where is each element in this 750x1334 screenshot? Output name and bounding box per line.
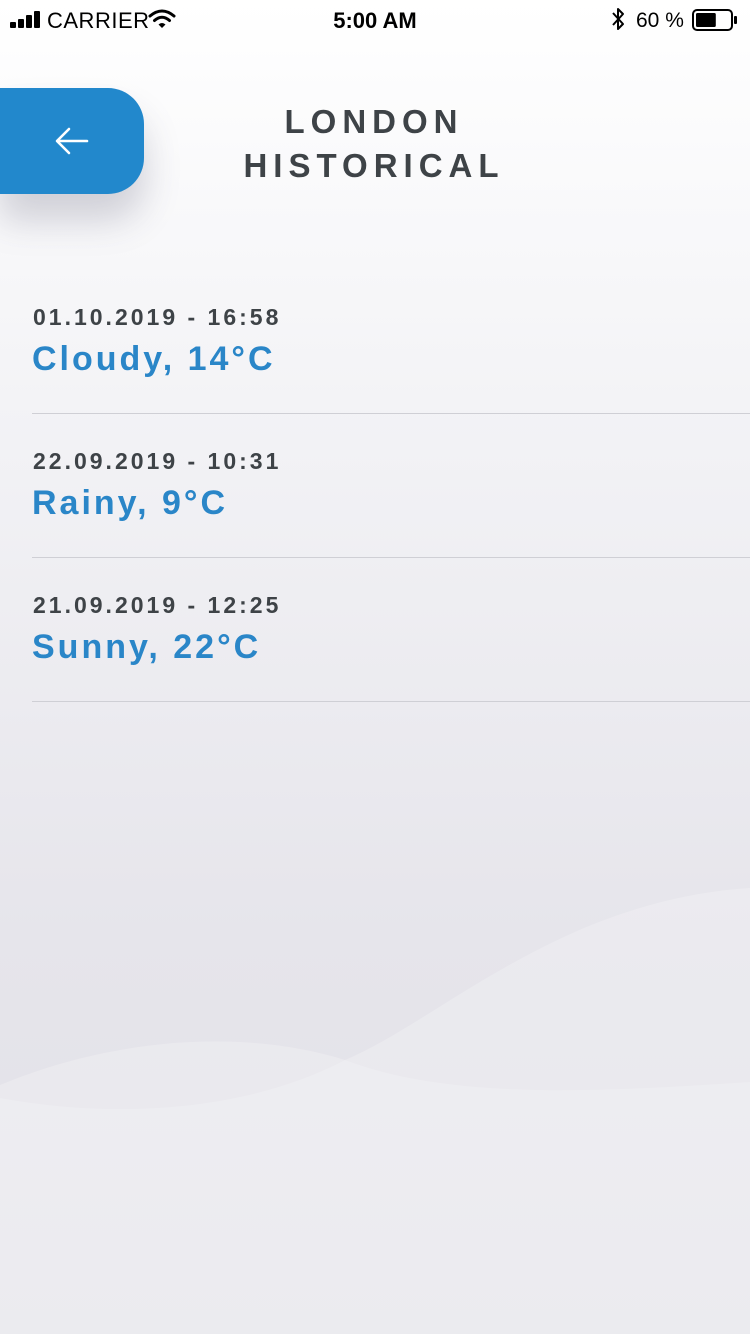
battery-icon bbox=[692, 9, 737, 31]
history-item[interactable]: 22.09.2019 - 10:31 Rainy, 9°C bbox=[32, 414, 750, 558]
history-item-datetime: 21.09.2019 - 12:25 bbox=[33, 592, 282, 618]
history-list: 01.10.2019 - 16:58 Cloudy, 14°C 22.09.20… bbox=[32, 270, 750, 702]
status-bar: CARRIER 5:00 AM 60 % bbox=[0, 0, 750, 40]
back-button[interactable] bbox=[0, 88, 144, 194]
history-item-datetime: 22.09.2019 - 10:31 bbox=[33, 448, 282, 474]
history-item-datetime: 01.10.2019 - 16:58 bbox=[33, 304, 282, 330]
history-item[interactable]: 01.10.2019 - 16:58 Cloudy, 14°C bbox=[32, 270, 750, 414]
page-title-city: LONDON bbox=[284, 103, 464, 140]
history-item[interactable]: 21.09.2019 - 12:25 Sunny, 22°C bbox=[32, 558, 750, 702]
history-item-weather: Cloudy, 14°C bbox=[32, 340, 276, 378]
background-waves bbox=[0, 888, 750, 1334]
battery-percentage: 60 % bbox=[636, 9, 684, 32]
history-item-weather: Rainy, 9°C bbox=[32, 484, 229, 522]
page-title-subtitle: HISTORICAL bbox=[243, 147, 505, 184]
page-title: LONDON HISTORICAL bbox=[200, 100, 548, 188]
arrow-left-icon bbox=[55, 127, 89, 155]
bluetooth-icon bbox=[612, 8, 624, 30]
history-item-weather: Sunny, 22°C bbox=[32, 628, 262, 666]
